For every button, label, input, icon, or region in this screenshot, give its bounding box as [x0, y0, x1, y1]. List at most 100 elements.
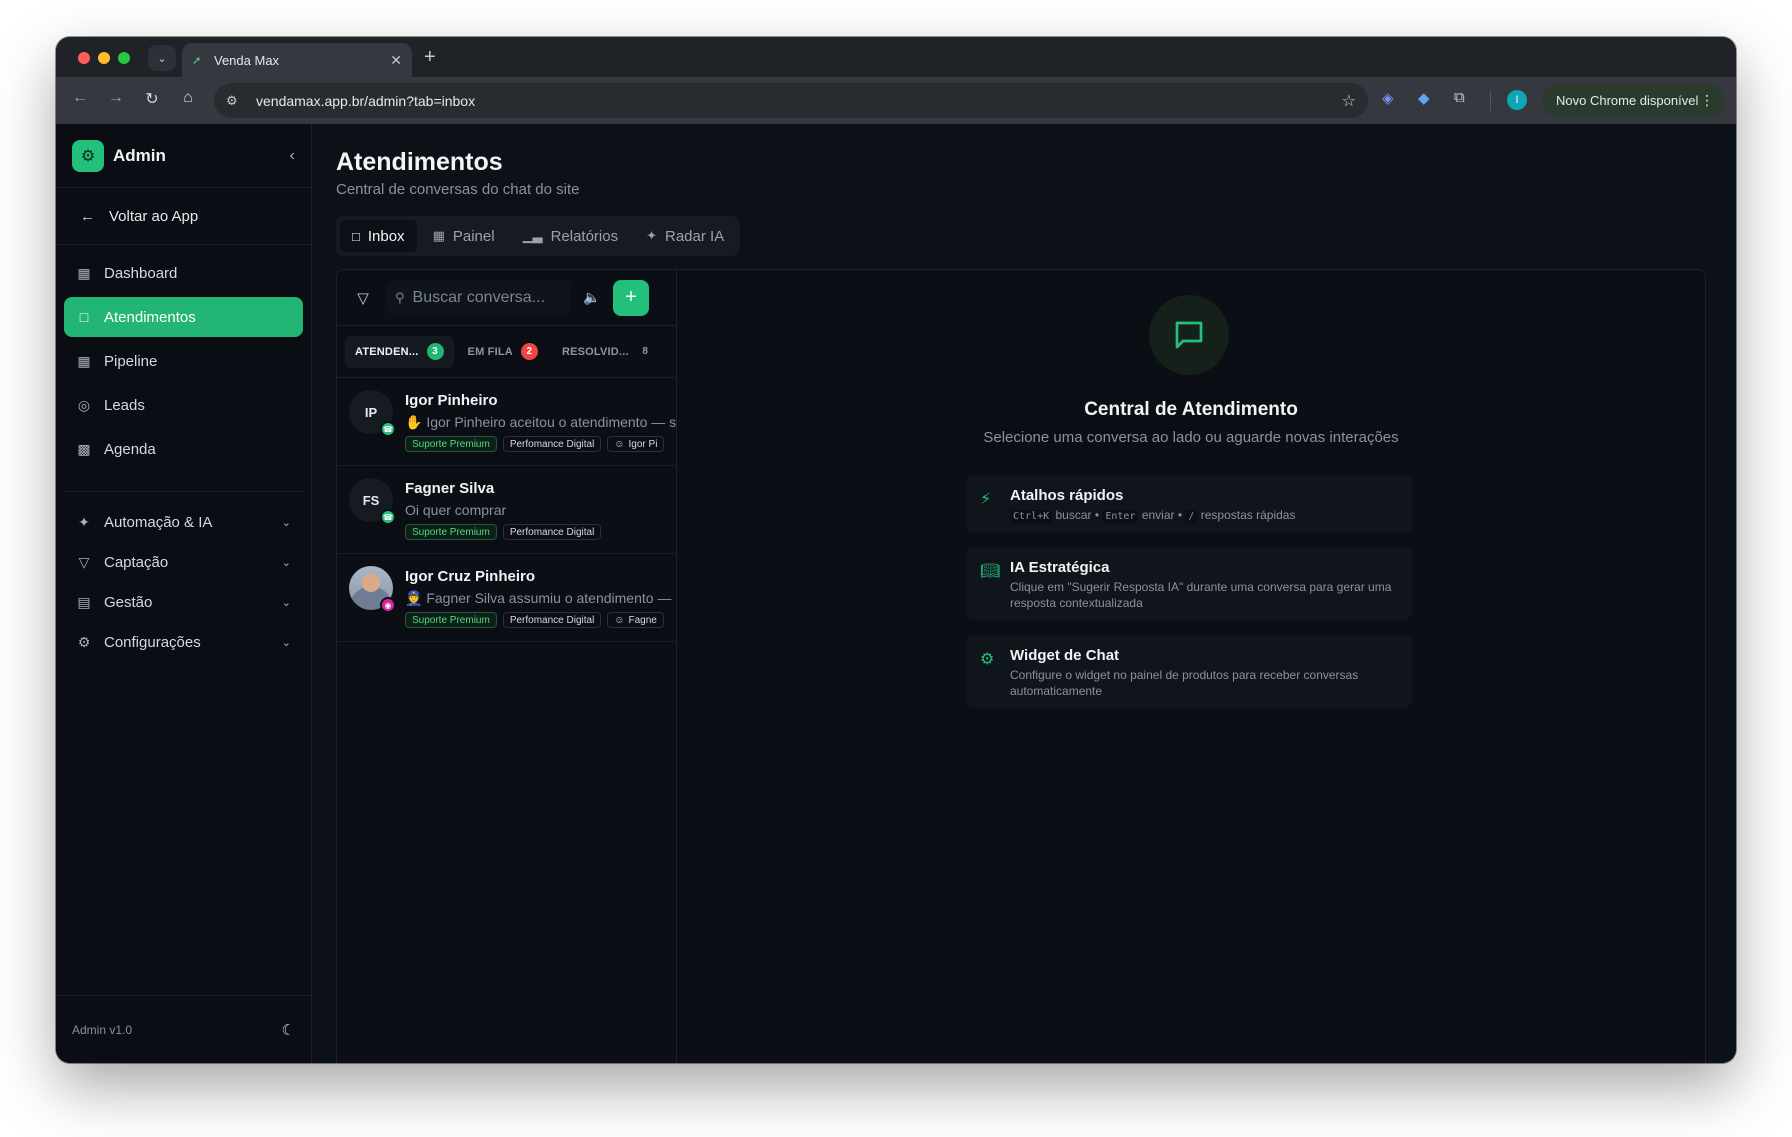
sidebar-group-captacao[interactable]: ▽ Captação ⌄	[64, 542, 303, 582]
contact-name: Fagner Silva	[405, 480, 495, 497]
chrome-update-button[interactable]: Novo Chrome disponível ⋮	[1542, 84, 1724, 117]
shortcut-key: Ctrl+K	[1010, 510, 1053, 523]
sidebar-group-label: Configurações	[104, 633, 201, 651]
sidebar-item-pipeline[interactable]: ▦ Pipeline	[64, 341, 303, 381]
tab-relatorios[interactable]: ▁▃ Relatórios	[511, 220, 631, 252]
search-box[interactable]: ⚲	[387, 279, 571, 316]
tab-strip: ⌄ ➚ Venda Max ✕ +	[56, 37, 1736, 77]
sparkles-icon: ✦	[646, 228, 657, 243]
collapse-sidebar-icon[interactable]: ‹	[290, 147, 295, 165]
status-tab-label: ATENDEN...	[355, 345, 419, 358]
extensions-puzzle-icon[interactable]: ⧉	[1454, 89, 1465, 106]
home-icon[interactable]: ⌂	[176, 89, 200, 107]
back-icon[interactable]: ←	[68, 89, 92, 107]
kebab-menu-icon[interactable]: ⋮	[1700, 92, 1714, 109]
sidebar-group-gestao[interactable]: ▤ Gestão ⌄	[64, 582, 303, 622]
empty-state-subtitle: Selecione uma conversa ao lado ou aguard…	[983, 429, 1399, 446]
search-icon: ⚲	[395, 289, 405, 305]
tab-search-button[interactable]: ⌄	[148, 45, 176, 71]
sidebar-item-leads[interactable]: ◎ Leads	[64, 385, 303, 425]
profile-avatar[interactable]: I	[1507, 90, 1527, 110]
filter-icon[interactable]: ▽	[349, 289, 377, 307]
tag: Perfomance Digital	[502, 436, 602, 452]
shortcut-key: Enter	[1102, 510, 1139, 523]
bookmark-star-icon[interactable]: ☆	[1342, 91, 1356, 111]
new-tab-button[interactable]: +	[424, 46, 436, 68]
card-title: Widget de Chat	[1010, 647, 1120, 664]
tab-inbox[interactable]: □ Inbox	[340, 220, 417, 252]
tab-label: Relatórios	[550, 227, 619, 245]
back-to-app-label: Voltar ao App	[109, 207, 199, 225]
message-icon	[1149, 295, 1229, 375]
conversation-item[interactable]: FS ☎ Fagner Silva Oi quer comprar Suport…	[337, 466, 676, 554]
shortcut-key: /	[1185, 510, 1198, 523]
url-text[interactable]: vendamax.app.br/admin?tab=inbox	[256, 93, 1342, 109]
tab-painel[interactable]: ▦ Painel	[421, 220, 507, 252]
site-info-icon[interactable]: ⚙	[226, 93, 248, 109]
assignee-tag: ☺ Igor Pi	[607, 436, 665, 452]
minimize-window-button[interactable]	[98, 52, 110, 64]
volume-icon[interactable]: 🔈	[581, 289, 603, 306]
sidebar-item-agenda[interactable]: ▩ Agenda	[64, 429, 303, 469]
shortcut-action: buscar	[1055, 508, 1092, 522]
plus-icon: +	[625, 286, 637, 308]
chevron-down-icon: ⌄	[281, 556, 291, 569]
sidebar-item-atendimentos[interactable]: □ Atendimentos	[64, 297, 303, 337]
maximize-window-button[interactable]	[118, 52, 130, 64]
book-icon: 📖︎	[980, 563, 1001, 580]
user-icon: ☺	[614, 614, 625, 626]
extension-tag-icon[interactable]: ◆	[1418, 89, 1430, 107]
tag: Perfomance Digital	[502, 524, 602, 540]
count-badge: 3	[426, 343, 444, 360]
card-description: Clique em "Sugerir Resposta IA" durante …	[1010, 580, 1392, 610]
tag: Suporte Premium	[405, 436, 497, 452]
sidebar-group-label: Captação	[104, 553, 169, 571]
browser-window: ⌄ ➚ Venda Max ✕ + ← → ↻ ⌂ ⚙ vendamax.app…	[56, 37, 1736, 1063]
page-title: Atendimentos	[336, 148, 503, 176]
sidebar-title: Admin	[113, 145, 166, 165]
back-to-app-link[interactable]: ← Voltar ao App	[56, 188, 311, 245]
message-icon: □	[352, 228, 360, 244]
chevron-down-icon: ⌄	[281, 516, 291, 529]
status-tab-atendendo[interactable]: ATENDEN... 3	[345, 335, 454, 368]
grid-icon: ▦	[77, 352, 91, 369]
last-message: 👮 Fagner Silva assumiu o atendimento —	[405, 590, 672, 606]
sidebar: ⚙ Admin ‹ ← Voltar ao App ▦ Dashboard □ …	[56, 124, 312, 1063]
browser-toolbar: ← → ↻ ⌂ ⚙ vendamax.app.br/admin?tab=inbo…	[56, 77, 1736, 124]
search-input[interactable]	[412, 288, 553, 307]
close-window-button[interactable]	[78, 52, 90, 64]
tag: Perfomance Digital	[502, 612, 602, 628]
tag-list: Suporte Premium Perfomance Digital	[405, 524, 602, 540]
status-tab-resolvidos[interactable]: RESOLVID... 8	[552, 336, 664, 368]
sidebar-item-label: Agenda	[104, 440, 156, 458]
new-conversation-button[interactable]: +	[613, 279, 649, 316]
forward-icon[interactable]: →	[104, 89, 128, 107]
filter-icon: ▽	[78, 553, 90, 570]
page-tabs: □ Inbox ▦ Painel ▁▃ Relatórios ✦ Radar I…	[336, 216, 741, 256]
close-tab-icon[interactable]: ✕	[390, 52, 402, 69]
conversation-detail-empty: Central de Atendimento Selecione uma con…	[677, 270, 1705, 1063]
chevron-down-icon: ⌄	[157, 52, 167, 65]
status-tab-em-fila[interactable]: EM FILA 2	[458, 336, 548, 368]
sidebar-group-automacao[interactable]: ✦ Automação & IA ⌄	[64, 502, 303, 542]
target-icon: ◎	[77, 396, 91, 413]
tab-radar-ia[interactable]: ✦ Radar IA	[634, 220, 736, 252]
sidebar-header: ⚙ Admin ‹	[56, 124, 311, 188]
tag: Suporte Premium	[405, 612, 497, 628]
browser-tab[interactable]: ➚ Venda Max ✕	[182, 43, 412, 77]
gear-icon: ⚙	[77, 633, 91, 650]
sidebar-item-dashboard[interactable]: ▦ Dashboard	[64, 253, 303, 293]
assignee-tag: ☺ Fagne	[607, 612, 664, 628]
conversation-item[interactable]: IP ☎ Igor Pinheiro ✋ Igor Pinheiro aceit…	[337, 378, 676, 466]
reload-icon[interactable]: ↻	[140, 89, 164, 109]
moon-icon[interactable]: ☾	[282, 1021, 295, 1039]
shortcut-action: respostas rápidas	[1200, 508, 1296, 522]
arrow-left-icon: ←	[80, 207, 95, 225]
contact-name: Igor Pinheiro	[405, 392, 498, 409]
extension-icon[interactable]: ◈	[1382, 89, 1394, 107]
sparkles-icon: ✦	[78, 513, 90, 530]
conversation-item[interactable]: ◉ Igor Cruz Pinheiro 👮 Fagner Silva assu…	[337, 554, 676, 642]
tag-list: Suporte Premium Perfomance Digital ☺ Igor…	[405, 436, 665, 452]
sidebar-group-configuracoes[interactable]: ⚙ Configurações ⌄	[64, 622, 303, 662]
address-bar[interactable]: ⚙ vendamax.app.br/admin?tab=inbox ☆	[214, 83, 1368, 118]
